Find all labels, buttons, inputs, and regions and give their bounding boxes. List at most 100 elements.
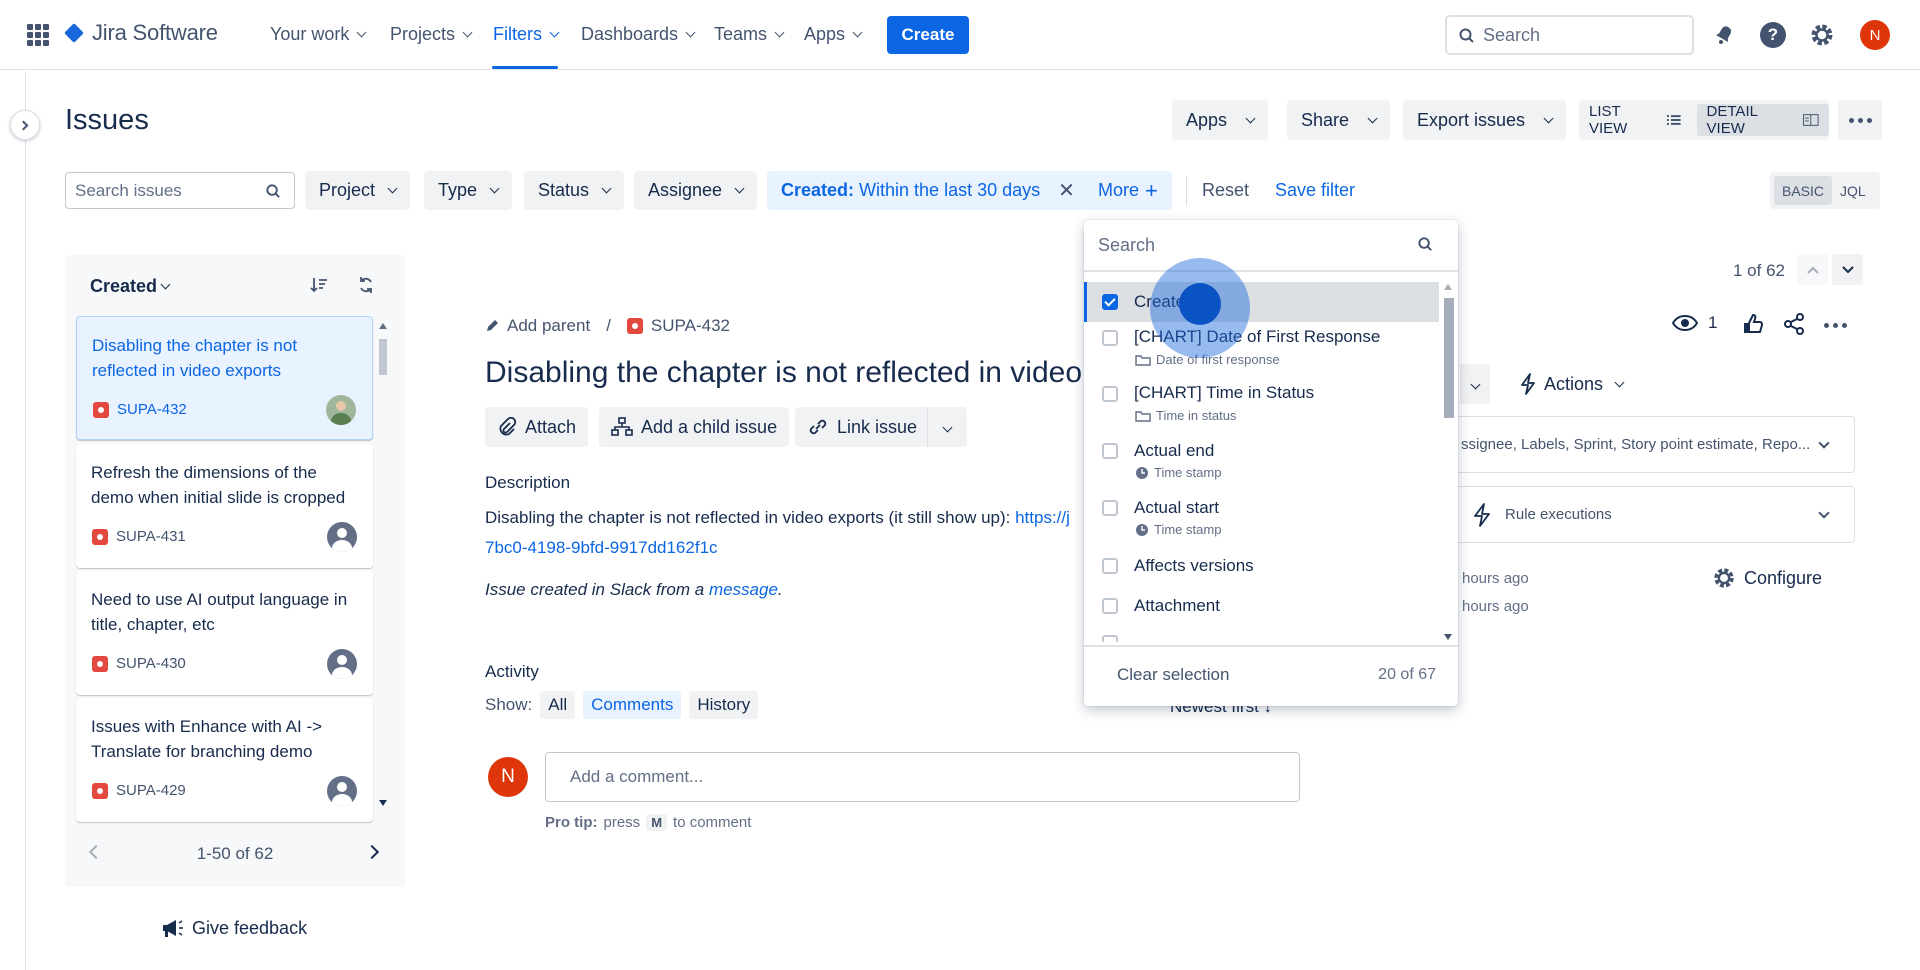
next-issue-button[interactable] bbox=[1832, 254, 1863, 285]
option-chart-time-in-status[interactable]: [CHART] Time in Status Time in status bbox=[1084, 383, 1439, 439]
actions-button[interactable]: Actions bbox=[1508, 364, 1635, 404]
settings-gear-icon[interactable] bbox=[1808, 21, 1836, 49]
status-dropdown[interactable] bbox=[1460, 364, 1490, 404]
detail-view-toggle[interactable]: DETAIL VIEW bbox=[1696, 103, 1829, 137]
issue-title[interactable]: Disabling the chapter is not reflected i… bbox=[485, 356, 1085, 390]
checkbox[interactable] bbox=[1102, 330, 1118, 346]
description-link[interactable]: 7bc0-4198-9bfd-9917dd162f1c bbox=[485, 538, 718, 557]
checkbox[interactable] bbox=[1102, 635, 1118, 642]
checkbox[interactable] bbox=[1102, 500, 1118, 516]
status-filter[interactable]: Status bbox=[524, 171, 625, 210]
nav-filters[interactable]: Filters bbox=[493, 24, 560, 45]
slack-message-link[interactable]: message bbox=[709, 580, 778, 599]
add-parent-link[interactable]: Add parent bbox=[507, 316, 590, 336]
issue-more-button[interactable] bbox=[1824, 323, 1847, 328]
app-switcher-icon[interactable] bbox=[27, 24, 49, 46]
attach-button[interactable]: Attach bbox=[485, 407, 589, 447]
show-all-tab[interactable]: All bbox=[540, 691, 576, 719]
scrollbar-thumb[interactable] bbox=[379, 339, 387, 375]
automation-section[interactable]: ion Rule executions bbox=[1430, 486, 1855, 543]
checkbox[interactable] bbox=[1102, 386, 1118, 402]
issue-card[interactable]: Issues with Enhance with AI -> Translate… bbox=[76, 698, 373, 822]
scrollbar-thumb[interactable] bbox=[1444, 298, 1454, 418]
created-filter[interactable]: Created: Within the last 30 days ✕ bbox=[767, 171, 1089, 210]
dropdown-search-input[interactable]: Search bbox=[1084, 220, 1458, 272]
checkbox[interactable] bbox=[1102, 443, 1118, 459]
search-mode-toggle: BASIC JQL bbox=[1770, 172, 1880, 209]
comment-input[interactable]: Add a comment... bbox=[545, 752, 1300, 802]
scroll-down-icon[interactable] bbox=[379, 800, 387, 806]
share-button[interactable]: Share bbox=[1287, 100, 1391, 140]
previous-issue-button[interactable] bbox=[1797, 254, 1828, 285]
sort-order-icon[interactable] bbox=[310, 277, 328, 293]
basic-mode-toggle[interactable]: BASIC bbox=[1774, 176, 1833, 205]
more-filters-button[interactable]: More + bbox=[1084, 171, 1172, 210]
configure-button[interactable]: Configure bbox=[1712, 566, 1822, 590]
more-actions-dropdown[interactable] bbox=[927, 407, 967, 447]
refresh-icon[interactable] bbox=[357, 276, 375, 294]
apps-button[interactable]: Apps bbox=[1172, 100, 1269, 140]
watch-button[interactable]: 1 bbox=[1672, 313, 1717, 333]
nav-projects[interactable]: Projects bbox=[390, 24, 473, 45]
scroll-down-icon[interactable] bbox=[1444, 634, 1452, 640]
type-filter[interactable]: Type bbox=[424, 171, 513, 210]
option-partial[interactable] bbox=[1084, 635, 1439, 642]
checkbox[interactable] bbox=[1102, 558, 1118, 574]
dropdown-scrollbar[interactable] bbox=[1441, 282, 1455, 646]
chevron-down-icon bbox=[1841, 265, 1854, 273]
search-icon bbox=[1459, 28, 1474, 43]
previous-page-icon[interactable] bbox=[88, 844, 104, 860]
give-feedback-button[interactable]: Give feedback bbox=[160, 917, 307, 939]
clear-selection-button[interactable]: Clear selection bbox=[1117, 665, 1229, 685]
list-view-toggle[interactable]: LIST VIEW bbox=[1579, 103, 1691, 137]
option-attachment[interactable]: Attachment bbox=[1084, 596, 1439, 632]
close-icon[interactable]: ✕ bbox=[1058, 178, 1075, 203]
description-text[interactable]: Disabling the chapter is not reflected i… bbox=[485, 503, 1070, 563]
jira-logo[interactable]: Jira Software bbox=[64, 20, 218, 46]
issue-card[interactable]: Need to use AI output language in title,… bbox=[76, 571, 373, 695]
show-comments-tab[interactable]: Comments bbox=[583, 691, 682, 719]
help-icon[interactable]: ? bbox=[1759, 21, 1787, 49]
project-filter[interactable]: Project bbox=[305, 171, 411, 210]
more-actions-button[interactable] bbox=[1838, 100, 1882, 140]
checkbox[interactable] bbox=[1102, 598, 1118, 614]
like-button[interactable] bbox=[1742, 313, 1764, 335]
assignee-filter[interactable]: Assignee bbox=[634, 171, 758, 210]
nav-teams[interactable]: Teams bbox=[714, 24, 785, 45]
sort-by-created[interactable]: Created bbox=[90, 276, 171, 297]
option-actual-start[interactable]: Actual start Time stamp bbox=[1084, 498, 1439, 554]
option-created[interactable]: Created bbox=[1084, 282, 1439, 322]
details-section[interactable]: ssignee, Labels, Sprint, Story point est… bbox=[1450, 416, 1855, 473]
reset-button[interactable]: Reset bbox=[1202, 180, 1249, 201]
create-button[interactable]: Create bbox=[887, 16, 969, 54]
search-issues-input[interactable]: Search issues bbox=[65, 172, 295, 209]
nav-dashboards[interactable]: Dashboards bbox=[581, 24, 696, 45]
option-affects-versions[interactable]: Affects versions bbox=[1084, 556, 1439, 592]
view-toggle: LIST VIEW DETAIL VIEW bbox=[1579, 100, 1829, 140]
scroll-up-icon[interactable] bbox=[379, 323, 387, 329]
expand-sidebar-button[interactable] bbox=[10, 110, 40, 140]
link-issue-button[interactable]: Link issue bbox=[795, 407, 930, 447]
export-issues-button[interactable]: Export issues bbox=[1403, 100, 1567, 140]
nav-your-work[interactable]: Your work bbox=[270, 24, 367, 45]
list-scrollbar[interactable] bbox=[377, 317, 389, 807]
save-filter-button[interactable]: Save filter bbox=[1275, 180, 1355, 201]
issue-card[interactable]: Disabling the chapter is not reflected i… bbox=[76, 316, 373, 440]
option-actual-end[interactable]: Actual end Time stamp bbox=[1084, 441, 1439, 497]
scroll-up-icon[interactable] bbox=[1444, 284, 1452, 290]
share-issue-button[interactable] bbox=[1783, 313, 1805, 335]
nav-apps[interactable]: Apps bbox=[804, 24, 863, 45]
issue-card[interactable]: Refresh the dimensions of the demo when … bbox=[76, 444, 373, 568]
show-history-tab[interactable]: History bbox=[689, 691, 759, 719]
user-avatar[interactable]: N bbox=[1860, 20, 1890, 50]
jql-mode-toggle[interactable]: JQL bbox=[1832, 176, 1874, 205]
next-page-icon[interactable] bbox=[364, 844, 380, 860]
global-search-input[interactable]: Search bbox=[1445, 15, 1694, 55]
description-link[interactable]: https://j bbox=[1015, 508, 1070, 527]
add-child-issue-button[interactable]: Add a child issue bbox=[599, 407, 790, 447]
notifications-icon[interactable] bbox=[1710, 21, 1738, 49]
chevron-down-icon bbox=[1543, 113, 1554, 123]
option-chart-date-of-first-response[interactable]: [CHART] Date of First Response Date of f… bbox=[1084, 325, 1439, 381]
checkbox-checked[interactable] bbox=[1102, 294, 1118, 310]
issue-key-link[interactable]: SUPA-432 bbox=[651, 316, 730, 336]
